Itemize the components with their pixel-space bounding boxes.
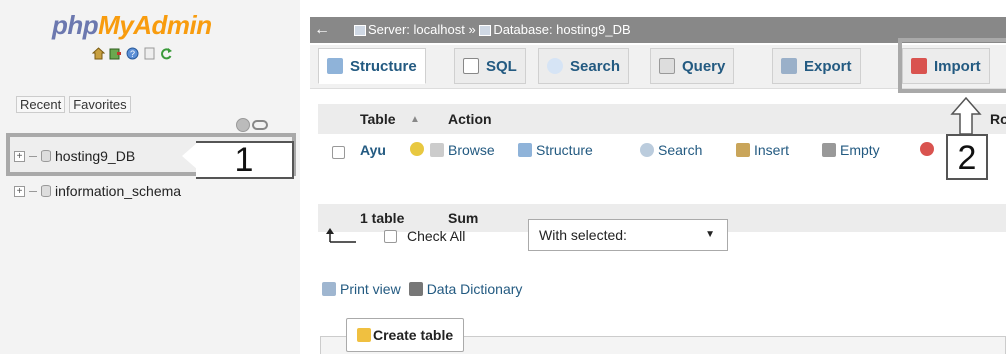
help-icon[interactable]: ? — [126, 47, 139, 60]
tree-line — [29, 190, 37, 192]
tab-bar: Structure SQL Search Query Export Import — [310, 45, 1006, 89]
db-item-label[interactable]: information_schema — [55, 183, 181, 199]
export-icon — [781, 58, 797, 74]
nav-icon-bar: ? — [91, 47, 173, 60]
server-icon — [354, 25, 366, 37]
breadcrumb-database[interactable]: Database: hosting9_DB — [493, 22, 630, 37]
link-with-main-icon[interactable] — [252, 120, 268, 130]
db-item-hosting9[interactable]: + hosting9_DB — [14, 148, 135, 164]
tab-label: Query — [682, 57, 726, 75]
empty-link[interactable]: Empty — [822, 142, 880, 158]
phpmyadmin-logo[interactable]: phpMyAdmin — [52, 10, 212, 41]
sql-icon — [463, 58, 479, 74]
main-panel: ← Server: localhost » Database: hosting9… — [310, 0, 1006, 354]
reload-icon[interactable] — [160, 47, 173, 60]
structure-link[interactable]: Structure — [518, 142, 593, 158]
breadcrumb: Server: localhost » Database: hosting9_D… — [354, 17, 631, 43]
check-all-row: Check All — [322, 218, 465, 254]
tab-import[interactable]: Import — [902, 48, 990, 84]
recent-favorites-tabs: Recent Favorites — [16, 96, 131, 113]
tab-search[interactable]: Search — [538, 48, 630, 84]
star-icon[interactable] — [410, 142, 424, 156]
create-table-legend: Create table — [346, 318, 465, 352]
insert-link[interactable]: Insert — [736, 142, 789, 158]
footer-links: Print view Data Dictionary — [322, 281, 522, 297]
data-dictionary-icon — [408, 282, 423, 296]
check-all-checkbox[interactable] — [384, 229, 397, 243]
tab-sql[interactable]: SQL — [454, 48, 526, 84]
collapse-all-icon[interactable] — [236, 118, 250, 132]
structure-icon — [327, 58, 343, 74]
row-checkbox[interactable] — [332, 146, 345, 159]
tab-label: Import — [934, 57, 981, 75]
tree-line — [29, 155, 37, 157]
chevron-down-icon: ▼ — [705, 229, 715, 240]
print-view-link[interactable]: Print view — [340, 281, 401, 297]
database-icon — [479, 25, 492, 37]
docs-icon[interactable] — [143, 47, 156, 60]
tab-structure[interactable]: Structure — [318, 48, 426, 84]
col-action: Action — [448, 111, 492, 127]
browse-link[interactable]: Browse — [430, 142, 495, 158]
col-rows[interactable]: Ro — [990, 111, 1006, 127]
insert-icon — [736, 143, 750, 157]
import-icon — [911, 58, 927, 74]
table-row: Ayu Browse Structure Search Insert Empty — [318, 136, 1006, 168]
tab-favorites[interactable]: Favorites — [69, 96, 131, 113]
callout-number-1: 1 — [196, 141, 294, 179]
tab-recent[interactable]: Recent — [16, 96, 66, 113]
tab-label: Structure — [350, 57, 417, 75]
check-all-label[interactable]: Check All — [407, 228, 465, 244]
arrow-up-right-icon — [326, 228, 356, 243]
table-header-row: Table ▲ Action Ro — [318, 104, 1006, 134]
data-dictionary-link[interactable]: Data Dictionary — [427, 281, 523, 297]
print-icon — [322, 282, 336, 296]
database-icon — [41, 185, 51, 197]
structure-icon — [518, 143, 532, 157]
breadcrumb-separator: » — [468, 22, 476, 37]
tab-label: Export — [804, 57, 852, 75]
empty-icon — [822, 143, 836, 157]
tree-controls — [236, 118, 268, 132]
drop-icon[interactable] — [920, 142, 934, 156]
tab-label: SQL — [486, 57, 517, 75]
tab-export[interactable]: Export — [772, 48, 861, 84]
callout-arrow-2 — [950, 96, 982, 135]
table-name-link[interactable]: Ayu — [360, 142, 386, 158]
sort-asc-icon[interactable]: ▲ — [410, 114, 420, 125]
with-selected-dropdown[interactable]: With selected: ▼ — [528, 219, 728, 251]
svg-text:?: ? — [130, 49, 135, 59]
tab-query[interactable]: Query — [650, 48, 735, 84]
browse-icon — [430, 143, 444, 157]
breadcrumb-server[interactable]: Server: localhost — [368, 22, 465, 37]
db-item-information-schema[interactable]: + information_schema — [14, 183, 181, 199]
breadcrumb-bar: ← Server: localhost » Database: hosting9… — [310, 17, 1006, 43]
new-table-icon — [357, 328, 371, 342]
tab-label: Search — [570, 57, 621, 75]
callout-number-2: 2 — [946, 134, 988, 180]
back-arrow-icon[interactable]: ← — [314, 17, 330, 43]
query-icon — [659, 58, 675, 74]
expand-icon[interactable]: + — [14, 150, 25, 162]
exit-icon[interactable] — [109, 47, 122, 60]
search-link[interactable]: Search — [640, 142, 702, 158]
col-table[interactable]: Table — [360, 111, 396, 127]
home-icon[interactable] — [91, 47, 106, 60]
search-icon — [640, 143, 654, 157]
search-icon — [547, 58, 563, 74]
db-item-label[interactable]: hosting9_DB — [55, 148, 135, 164]
expand-icon[interactable]: + — [14, 185, 25, 197]
database-icon — [41, 150, 51, 162]
